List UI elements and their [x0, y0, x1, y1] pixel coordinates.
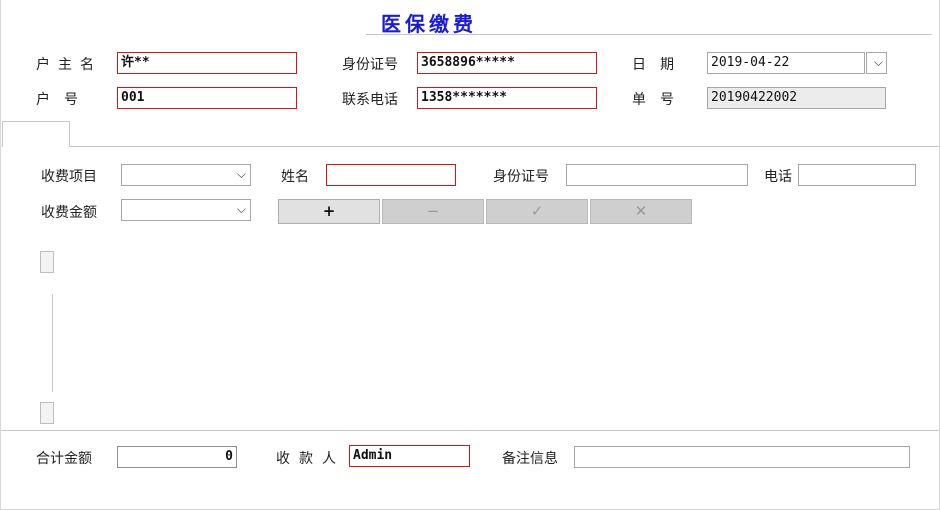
order-number-field: 20190422002 — [707, 87, 886, 109]
fee-amount-select[interactable]: ⌵ — [121, 199, 251, 221]
hukou-field[interactable]: 001 — [117, 87, 297, 109]
owner-label: 户主名 — [36, 57, 102, 73]
date-label: 日 期 — [632, 57, 674, 73]
footer-divider — [0, 430, 940, 431]
id-number-label: 身份证号 — [342, 57, 398, 73]
remark-label: 备注信息 — [502, 451, 558, 467]
grid-scroll-track[interactable] — [52, 294, 53, 392]
fee-item-select[interactable]: ⌵ — [121, 164, 251, 186]
remove-row-button[interactable]: − — [382, 199, 484, 224]
check-icon: ✓ — [530, 202, 544, 220]
fee-item-label: 收费项目 — [41, 169, 97, 185]
page-title: 医保缴费 — [381, 12, 477, 36]
order-number-label: 单 号 — [632, 92, 674, 108]
person-phone-field[interactable] — [798, 164, 916, 186]
plus-icon: + — [322, 202, 336, 220]
person-id-field[interactable] — [566, 164, 748, 186]
person-phone-label: 电话 — [764, 169, 792, 185]
window-border-left — [0, 0, 1, 510]
contact-phone-label: 联系电话 — [342, 92, 398, 108]
contact-phone-field[interactable]: 1358******* — [417, 87, 597, 109]
payee-label: 收款人 — [276, 451, 345, 467]
hukou-label: 户 号 — [36, 92, 78, 108]
chevron-down-icon: ⌵ — [236, 167, 246, 181]
person-name-field[interactable] — [326, 164, 456, 186]
date-field[interactable]: 2019-04-22 — [707, 52, 865, 74]
title-divider — [366, 34, 932, 35]
cancel-row-button[interactable]: ✕ — [590, 199, 692, 224]
confirm-row-button[interactable]: ✓ — [486, 199, 588, 224]
payee-field[interactable]: Admin — [349, 445, 470, 467]
owner-name-field[interactable]: 许** — [117, 52, 297, 74]
person-id-label: 身份证号 — [493, 169, 549, 185]
total-amount-field: 0 — [117, 446, 237, 468]
grid-scroll-handle-top[interactable] — [40, 251, 54, 273]
total-amount-label: 合计金额 — [36, 451, 92, 467]
add-row-button[interactable]: + — [278, 199, 380, 224]
tab-divider — [70, 146, 940, 147]
fee-amount-label: 收费金额 — [41, 205, 97, 221]
chevron-down-icon: ⌵ — [236, 202, 246, 216]
close-icon: ✕ — [634, 202, 648, 220]
remark-field[interactable] — [574, 446, 910, 468]
minus-icon: − — [426, 202, 440, 220]
tab-detail[interactable] — [2, 121, 70, 147]
chevron-down-icon: ⌵ — [873, 55, 883, 69]
grid-scroll-handle-bottom[interactable] — [40, 402, 54, 424]
id-number-field[interactable]: 3658896***** — [417, 52, 597, 74]
date-picker-button[interactable]: ⌵ — [866, 52, 887, 74]
person-name-label: 姓名 — [281, 169, 309, 185]
